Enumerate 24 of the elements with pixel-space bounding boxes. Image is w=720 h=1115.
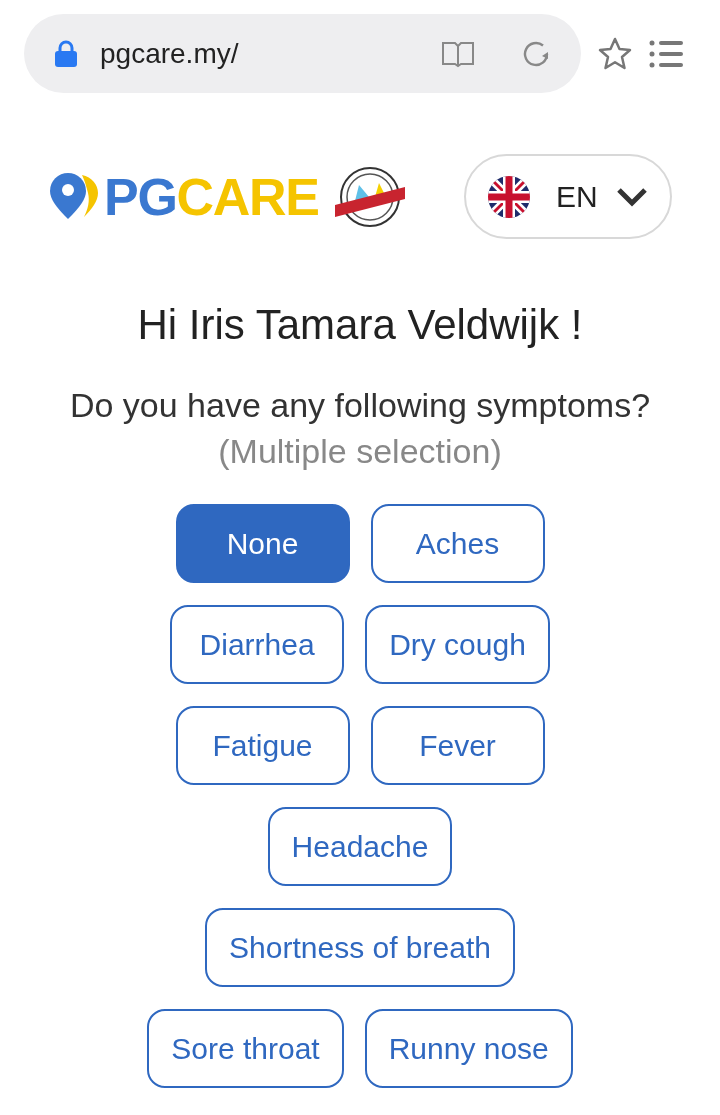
star-icon[interactable] — [597, 36, 633, 71]
menu-icon[interactable] — [649, 38, 683, 69]
symptom-option[interactable]: Dry cough — [365, 605, 550, 684]
book-icon[interactable] — [441, 39, 475, 68]
address-bar[interactable]: pgcare.my/ — [24, 14, 581, 93]
symptom-option[interactable]: Headache — [267, 807, 453, 886]
uk-flag-icon — [488, 175, 530, 218]
symptom-option[interactable]: None — [175, 504, 350, 583]
symptom-option[interactable]: Fatigue — [175, 706, 350, 785]
question-text: Do you have any following symptoms? (Multiple selection) — [68, 385, 652, 472]
logo-text: PGCARE — [104, 170, 319, 223]
symptom-option[interactable]: Shortness of breath — [205, 908, 515, 987]
symptom-option[interactable]: Runny nose — [364, 1009, 573, 1088]
symptom-option[interactable]: Sore throat — [147, 1009, 344, 1088]
symptom-option[interactable]: Aches — [370, 504, 545, 583]
location-pin-icon — [48, 172, 100, 221]
lock-icon — [54, 39, 78, 68]
symptom-option[interactable]: Diarrhea — [170, 605, 345, 684]
symptom-option[interactable]: Fever — [370, 706, 545, 785]
language-selector[interactable]: EN — [464, 154, 672, 239]
greeting-heading: Hi Iris Tamara Veldwijk ! — [136, 300, 584, 350]
url-text: pgcare.my/ — [100, 36, 239, 71]
chevron-down-icon — [616, 186, 648, 207]
campaign-badge-icon — [332, 164, 407, 229]
